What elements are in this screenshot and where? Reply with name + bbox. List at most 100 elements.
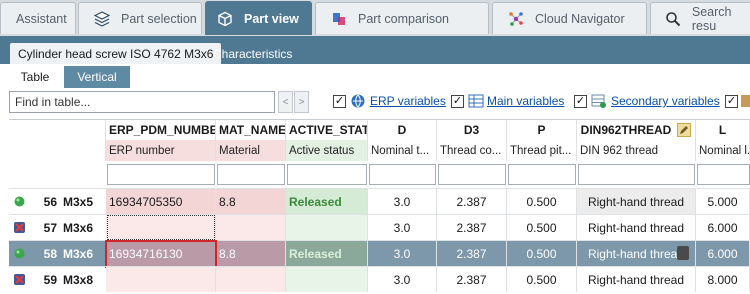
col-header-din962thread-label: DIN962THREAD — [580, 123, 672, 137]
cell-d3[interactable]: 2.387 — [437, 267, 507, 292]
cell-d3[interactable]: 2.387 — [437, 189, 507, 214]
cell-din962thread[interactable]: Right-hand thread — [577, 241, 696, 266]
cell-p[interactable]: 0.500 — [507, 267, 577, 292]
row-header[interactable]: 56 M3x5 — [9, 189, 106, 214]
cell-d[interactable]: 3.0 — [368, 189, 437, 214]
compare-icon — [330, 11, 348, 27]
table-header-keys: ERP_PDM_NUMBER MAT_NAME ACTIVE_STATE D D… — [9, 120, 750, 140]
edit-pencil-icon[interactable] — [677, 123, 692, 137]
extra-vars-icon — [741, 93, 750, 109]
table-header-descriptions: ERP number Material Active status Nomina… — [9, 140, 750, 161]
col-header-din962thread[interactable]: DIN962THREAD — [577, 120, 696, 140]
cell-active-status[interactable]: Released — [286, 241, 368, 266]
cell-material[interactable] — [216, 267, 286, 292]
filter-bar: < > ✓ ERP variables ✓ Main variables ✓ S… — [0, 88, 750, 116]
col-header-erp-pdm-number[interactable]: ERP_PDM_NUMBER — [106, 120, 216, 140]
row-header[interactable]: 58 M3x6 — [9, 241, 106, 266]
cell-active-status[interactable] — [286, 267, 368, 292]
status-error-icon — [14, 222, 25, 233]
tab-part-name[interactable]: Cylinder head screw ISO 4762 M3x6 — [10, 43, 222, 64]
cell-material[interactable]: 8.8 — [216, 189, 286, 214]
cell-material[interactable]: 8.8 — [216, 241, 286, 266]
filter-l[interactable] — [697, 164, 750, 185]
filter-active-state[interactable] — [287, 164, 367, 185]
col-header-d[interactable]: D — [368, 120, 437, 140]
tab-characteristics[interactable]: Characteristics — [205, 43, 300, 64]
cell-din962thread[interactable]: Right-hand thread — [577, 189, 696, 214]
erp-variables-checkbox[interactable]: ✓ — [333, 95, 346, 108]
col-header-p[interactable]: P — [507, 120, 577, 140]
row-header[interactable]: 59 M3x8 — [9, 267, 106, 292]
extra-variables-checkbox[interactable]: ✓ — [725, 95, 738, 108]
row-label: M3x6 — [63, 220, 94, 235]
table-row[interactable]: 57 M3x6 3.0 2.387 0.500 Right-hand threa… — [9, 214, 750, 240]
tab-cloud-navigator-label: Cloud Navigator — [535, 11, 625, 26]
tab-part-comparison[interactable]: Part comparison — [315, 2, 489, 34]
cell-p[interactable]: 0.500 — [507, 215, 577, 240]
cell-erp-number[interactable] — [106, 267, 216, 292]
network-icon — [507, 11, 525, 27]
cell-d[interactable]: 3.0 — [368, 241, 437, 266]
filter-din962thread[interactable] — [578, 164, 695, 185]
parts-table: ERP_PDM_NUMBER MAT_NAME ACTIVE_STATE D D… — [9, 119, 750, 294]
tab-assistant[interactable]: Assistant — [0, 2, 76, 34]
cell-d[interactable]: 3.0 — [368, 215, 437, 240]
col-header-l[interactable]: L — [696, 120, 750, 140]
filter-d3[interactable] — [438, 164, 506, 185]
erp-variables-link[interactable]: ERP variables — [370, 94, 446, 108]
filter-mat-name[interactable] — [217, 164, 285, 185]
tab-part-selection[interactable]: Part selection — [78, 2, 202, 34]
view-table-button[interactable]: Table — [10, 66, 60, 88]
tab-search-results[interactable]: Search resu — [650, 2, 750, 34]
col-header-active-state[interactable]: ACTIVE_STATE — [286, 120, 368, 140]
next-match-button[interactable]: > — [294, 91, 309, 113]
tab-part-selection-label: Part selection — [121, 11, 197, 26]
cell-l[interactable]: 6.000 — [696, 215, 750, 240]
col-header-d3[interactable]: D3 — [437, 120, 507, 140]
tab-assistant-label: Assistant — [16, 11, 67, 26]
secondary-variables-link[interactable]: Secondary variables — [611, 94, 720, 108]
row-label: M3x5 — [63, 194, 94, 209]
cell-erp-number[interactable]: 16934705350 — [106, 189, 216, 214]
cell-d3[interactable]: 2.387 — [437, 215, 507, 240]
filter-p[interactable] — [508, 164, 576, 185]
secondary-variables-checkbox[interactable]: ✓ — [574, 95, 587, 108]
view-vertical-button[interactable]: Vertical — [64, 66, 130, 88]
find-in-table-input[interactable] — [9, 91, 275, 113]
tab-cloud-navigator[interactable]: Cloud Navigator — [492, 2, 647, 34]
cell-l[interactable]: 8.000 — [696, 267, 750, 292]
col-desc-material: Material — [216, 140, 286, 161]
cell-din962thread[interactable]: Right-hand thread — [577, 215, 696, 240]
active-cell-highlight — [105, 240, 217, 268]
cell-active-status[interactable]: Released — [286, 189, 368, 214]
row-label: M3x8 — [63, 272, 94, 287]
cell-p[interactable]: 0.500 — [507, 241, 577, 266]
cell-material[interactable] — [216, 215, 286, 240]
status-ok-icon — [14, 248, 25, 259]
filter-erp-pdm-number[interactable] — [107, 164, 215, 185]
table-row[interactable]: 56 M3x5 16934705350 8.8 Released 3.0 2.3… — [9, 188, 750, 214]
cell-d3[interactable]: 2.387 — [437, 241, 507, 266]
row-label: M3x6 — [63, 246, 94, 261]
tab-part-view[interactable]: Part view — [205, 1, 312, 35]
secondary-vars-icon — [591, 93, 607, 109]
cell-d[interactable]: 3.0 — [368, 267, 437, 292]
erp-icon — [350, 93, 366, 109]
main-vars-icon — [468, 93, 484, 109]
table-row-selected[interactable]: 58 M3x6 16934716130 8.8 Released 3.0 2.3… — [9, 240, 750, 268]
filter-d[interactable] — [369, 164, 436, 185]
row-header[interactable]: 57 M3x6 — [9, 215, 106, 240]
main-variables-link[interactable]: Main variables — [487, 94, 564, 108]
cell-l[interactable]: 6.000 — [696, 241, 750, 266]
cell-active-status[interactable] — [286, 215, 368, 240]
cell-din962thread[interactable]: Right-hand thread — [577, 267, 696, 292]
cell-l[interactable]: 5.000 — [696, 189, 750, 214]
status-error-icon — [14, 274, 25, 285]
prev-match-button[interactable]: < — [278, 91, 293, 113]
tab-search-results-label: Search resu — [691, 4, 732, 33]
column-filter-row — [9, 161, 750, 188]
table-row[interactable]: 59 M3x8 3.0 2.387 0.500 Right-hand threa… — [9, 266, 750, 292]
main-variables-checkbox[interactable]: ✓ — [451, 95, 464, 108]
col-header-mat-name[interactable]: MAT_NAME — [216, 120, 286, 140]
cell-p[interactable]: 0.500 — [507, 189, 577, 214]
